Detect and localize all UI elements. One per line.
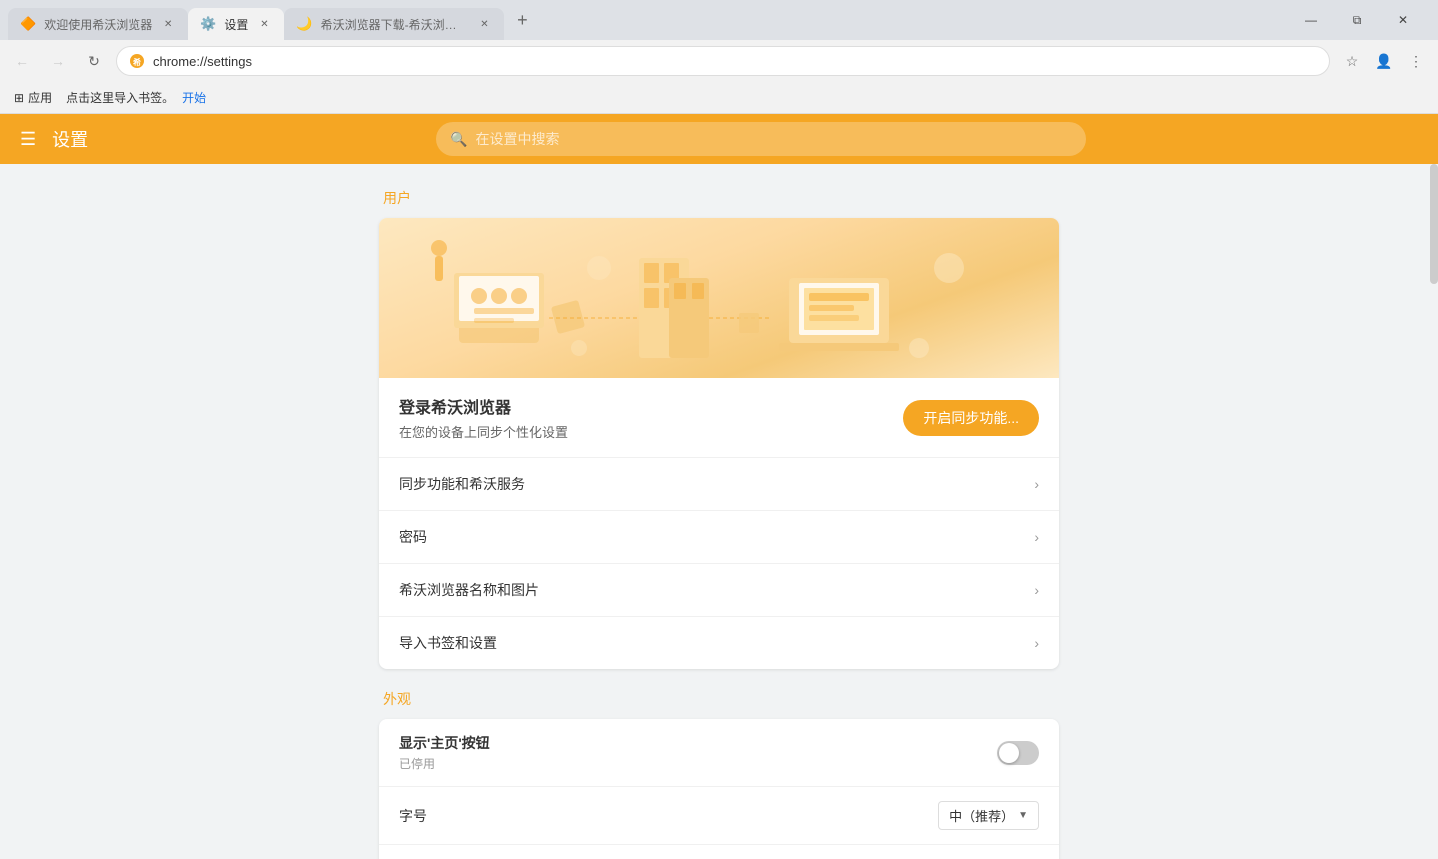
login-section: 登录希沃浏览器 在您的设备上同步个性化设置 开启同步功能... — [379, 378, 1059, 457]
font-size-select[interactable]: 中（推荐） ▼ — [938, 801, 1039, 830]
user-card: 登录希沃浏览器 在您的设备上同步个性化设置 开启同步功能... 同步功能和希沃服… — [379, 218, 1059, 669]
address-text: chrome://settings — [153, 54, 1317, 69]
menu-button[interactable]: ⋮ — [1402, 47, 1430, 75]
sync-services-arrow-icon: › — [1034, 476, 1039, 492]
toolbar-actions: ☆ 👤 ⋮ — [1338, 47, 1430, 75]
tab-settings-icon: ⚙️ — [200, 16, 216, 32]
tab-download-close[interactable]: ✕ — [476, 16, 492, 32]
settings-search-bar[interactable]: 🔍 — [436, 122, 1086, 156]
back-button[interactable]: ← — [8, 47, 36, 75]
browser-name-item[interactable]: 希沃浏览器名称和图片 › — [379, 563, 1059, 616]
settings-content: 用户 — [0, 164, 1438, 859]
apps-grid-icon: ⊞ — [14, 91, 24, 105]
settings-main: 用户 — [379, 188, 1059, 835]
password-label: 密码 — [399, 527, 427, 547]
new-tab-button[interactable]: + — [508, 6, 536, 34]
search-icon: 🔍 — [450, 131, 467, 148]
home-button-status: 已停用 — [399, 755, 490, 772]
tab-settings-close[interactable]: ✕ — [256, 16, 272, 32]
window-controls: — ⧉ ✕ — [1288, 4, 1430, 36]
appearance-card: 显示'主页'按钮 已停用 字号 中（推荐） ▼ 自定义字体 › — [379, 719, 1059, 859]
home-button-toggle[interactable] — [997, 741, 1039, 765]
login-text: 登录希沃浏览器 在您的设备上同步个性化设置 — [399, 394, 568, 441]
toggle-knob — [999, 743, 1019, 763]
tab-settings[interactable]: ⚙️ 设置 ✕ — [188, 8, 284, 40]
sync-services-item[interactable]: 同步功能和希沃服务 › — [379, 457, 1059, 510]
close-button[interactable]: ✕ — [1380, 4, 1426, 36]
appearance-section-title: 外观 — [379, 689, 1059, 709]
tab-settings-title: 设置 — [224, 16, 248, 33]
minimize-button[interactable]: — — [1288, 4, 1334, 36]
tab-welcome-close[interactable]: ✕ — [160, 16, 176, 32]
tab-download-icon: 🌙 — [296, 16, 312, 32]
login-subtitle: 在您的设备上同步个性化设置 — [399, 422, 568, 441]
import-bookmarks-arrow-icon: › — [1034, 635, 1039, 651]
tab-welcome[interactable]: 🔶 欢迎使用希沃浏览器 ✕ — [8, 8, 188, 40]
banner-illustration — [399, 218, 1039, 378]
apps-bookmark[interactable]: ⊞ 应用 — [8, 87, 58, 108]
scrollbar-thumb[interactable] — [1430, 164, 1438, 284]
login-title: 登录希沃浏览器 — [399, 394, 568, 418]
browser-name-arrow-icon: › — [1034, 582, 1039, 598]
font-size-row: 字号 中（推荐） ▼ — [379, 786, 1059, 844]
svg-text:希: 希 — [133, 57, 141, 67]
sync-button[interactable]: 开启同步功能... — [903, 400, 1039, 436]
maximize-button[interactable]: ⧉ — [1334, 4, 1380, 36]
user-banner — [379, 218, 1059, 378]
font-size-value: 中（推荐） — [949, 806, 1014, 825]
select-arrow-icon: ▼ — [1018, 810, 1028, 821]
user-account-button[interactable]: 👤 — [1370, 47, 1398, 75]
bookmark-star-button[interactable]: ☆ — [1338, 47, 1366, 75]
import-text: 点击这里导入书签。 — [66, 89, 174, 106]
address-bar[interactable]: 希 chrome://settings — [116, 46, 1330, 76]
bookmarks-bar: ⊞ 应用 点击这里导入书签。 开始 — [0, 82, 1438, 114]
settings-page-title: 设置 — [52, 126, 88, 152]
scrollbar-track[interactable] — [1430, 164, 1438, 859]
font-size-label: 字号 — [399, 806, 427, 826]
home-button-text: 显示'主页'按钮 已停用 — [399, 733, 490, 772]
forward-button[interactable]: → — [44, 47, 72, 75]
tab-download[interactable]: 🌙 希沃浏览器下载-希沃浏览器官方... ✕ — [284, 8, 504, 40]
browser-name-label: 希沃浏览器名称和图片 — [399, 580, 539, 600]
menu-hamburger-icon[interactable]: ☰ — [20, 129, 36, 150]
search-input[interactable] — [476, 131, 1073, 147]
reload-button[interactable]: ↻ — [80, 47, 108, 75]
tab-download-title: 希沃浏览器下载-希沃浏览器官方... — [321, 16, 469, 33]
password-item[interactable]: 密码 › — [379, 510, 1059, 563]
home-button-row: 显示'主页'按钮 已停用 — [379, 719, 1059, 786]
browser-logo-icon: 希 — [129, 53, 145, 69]
home-button-label: 显示'主页'按钮 — [399, 733, 490, 753]
address-bar-row: ← → ↻ 希 chrome://settings ☆ 👤 ⋮ — [0, 40, 1438, 82]
import-bookmarks-item[interactable]: 导入书签和设置 › — [379, 616, 1059, 669]
apps-label: 应用 — [28, 89, 52, 106]
password-arrow-icon: › — [1034, 529, 1039, 545]
import-bookmarks-label: 导入书签和设置 — [399, 633, 497, 653]
custom-font-row[interactable]: 自定义字体 › — [379, 844, 1059, 859]
tab-welcome-icon: 🔶 — [20, 16, 36, 32]
settings-header: ☰ 设置 🔍 — [0, 114, 1438, 164]
import-link[interactable]: 开始 — [182, 89, 206, 106]
sync-services-label: 同步功能和希沃服务 — [399, 474, 525, 494]
tab-welcome-title: 欢迎使用希沃浏览器 — [44, 16, 152, 33]
title-bar: 🔶 欢迎使用希沃浏览器 ✕ ⚙️ 设置 ✕ 🌙 希沃浏览器下载-希沃浏览器官方.… — [0, 0, 1438, 40]
user-section-title: 用户 — [379, 188, 1059, 208]
